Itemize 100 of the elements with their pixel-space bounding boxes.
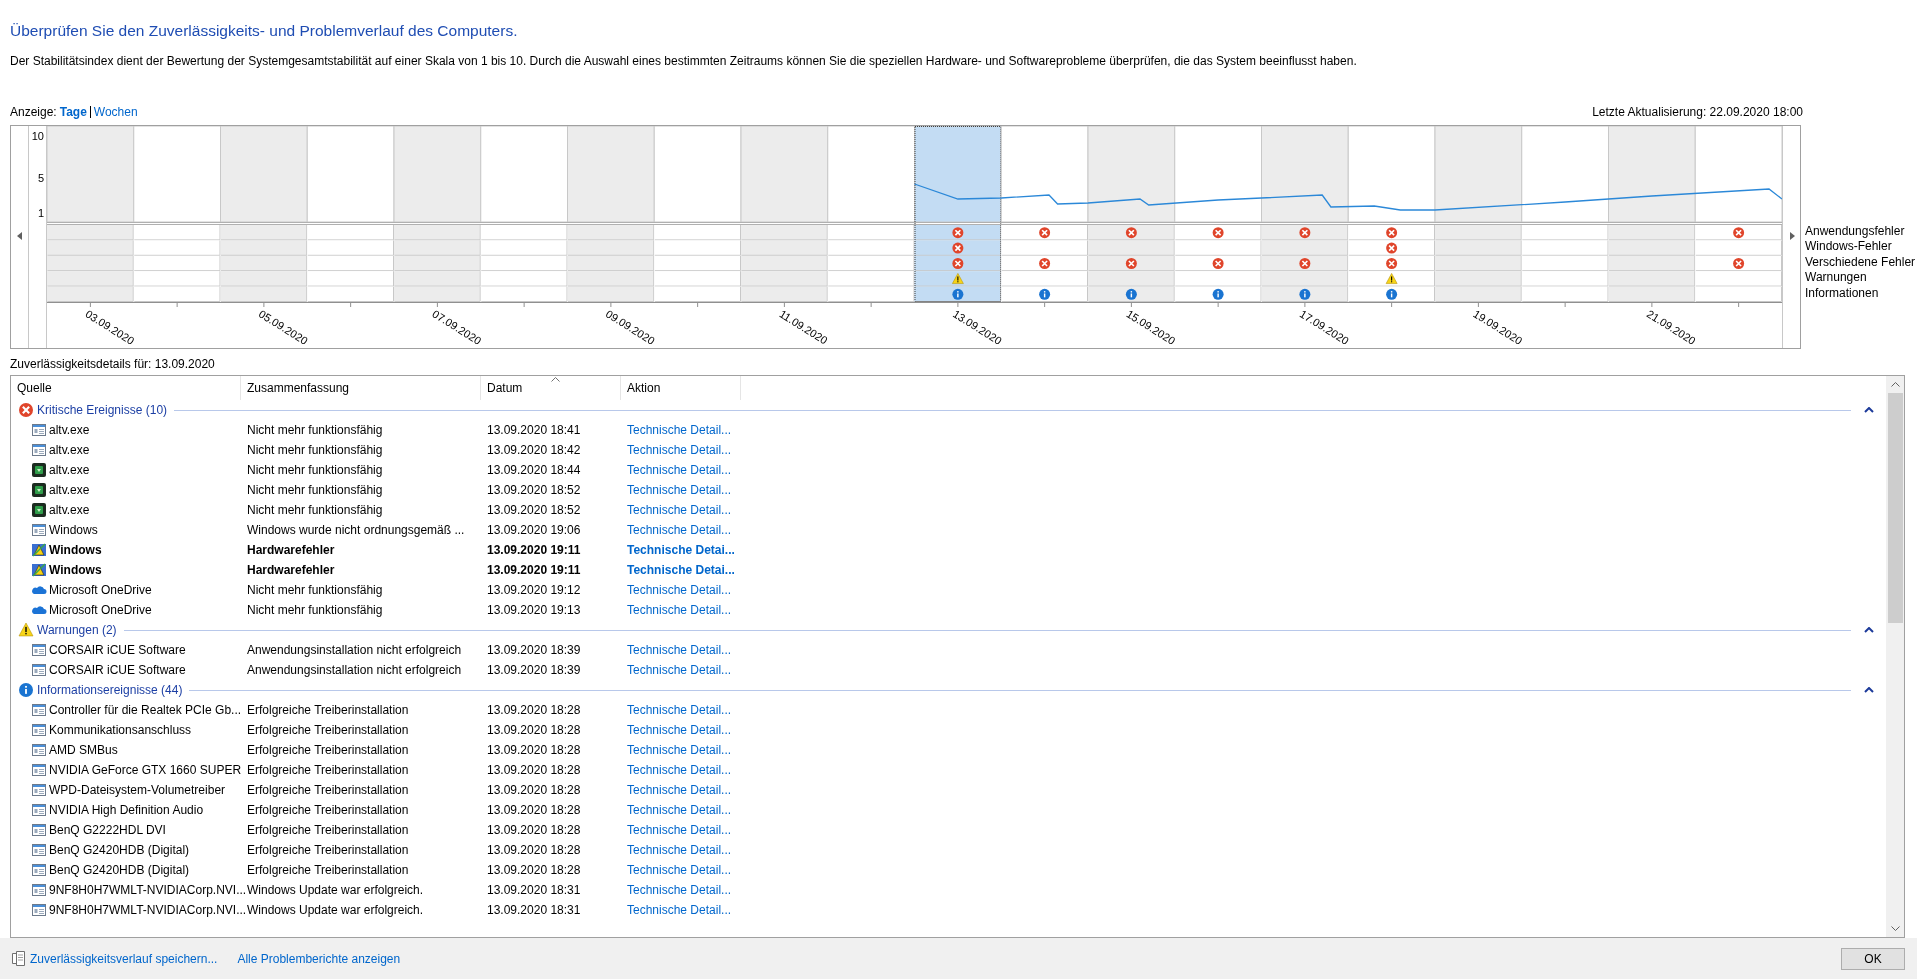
event-cell[interactable] <box>1521 239 1609 256</box>
details-link[interactable]: Technische Detail... <box>627 503 732 517</box>
error-icon[interactable] <box>1386 242 1398 254</box>
error-icon[interactable] <box>952 258 964 269</box>
details-link[interactable]: Technische Detail... <box>627 583 732 597</box>
event-cell[interactable] <box>47 224 134 241</box>
info-icon[interactable] <box>1299 288 1311 300</box>
details-link[interactable]: Technische Detail... <box>627 783 732 797</box>
details-link[interactable]: Technische Detail... <box>627 703 732 717</box>
event-cell[interactable] <box>741 270 828 287</box>
day-column[interactable] <box>133 126 221 223</box>
event-cell[interactable] <box>47 239 134 256</box>
event-cell[interactable] <box>1348 270 1435 287</box>
collapse-icon[interactable] <box>1864 627 1874 633</box>
event-cell[interactable] <box>1088 224 1175 241</box>
selected-day-column[interactable] <box>914 126 1002 223</box>
collapse-icon[interactable] <box>1864 687 1874 693</box>
details-link[interactable]: Technische Detail... <box>627 643 732 657</box>
event-cell[interactable] <box>741 239 828 256</box>
day-column[interactable] <box>1347 126 1436 223</box>
info-icon[interactable] <box>1125 288 1137 300</box>
footer-link[interactable]: Zuverlässigkeitsverlauf speichern... <box>30 951 218 966</box>
event-cell[interactable] <box>1435 224 1522 241</box>
event-cell[interactable] <box>307 270 394 287</box>
event-cell[interactable] <box>1695 239 1782 256</box>
event-cell[interactable] <box>1001 224 1088 241</box>
event-cell[interactable] <box>1521 270 1609 287</box>
details-link[interactable]: Technische Detail... <box>627 743 732 757</box>
event-cell[interactable] <box>741 224 828 241</box>
details-link[interactable]: Technische Detail... <box>627 663 732 677</box>
event-cell[interactable] <box>1261 239 1349 256</box>
event-cell[interactable] <box>1001 239 1088 256</box>
error-icon[interactable] <box>1386 227 1398 239</box>
details-link[interactable]: Technische Detail... <box>627 763 732 777</box>
day-column[interactable] <box>1261 126 1349 223</box>
footer-link[interactable]: Alle Problemberichte anzeigen <box>237 951 401 966</box>
details-link[interactable]: Technische Detail... <box>627 483 732 497</box>
details-link[interactable]: Technische Detail... <box>627 863 732 877</box>
day-column[interactable] <box>480 126 568 223</box>
event-cell[interactable] <box>914 239 1002 256</box>
error-icon[interactable] <box>1212 227 1224 239</box>
event-cell[interactable] <box>1521 224 1609 241</box>
event-cell[interactable] <box>394 270 481 287</box>
error-icon[interactable] <box>1125 227 1137 239</box>
scroll-right-icon[interactable] <box>1788 232 1795 240</box>
day-column[interactable] <box>393 126 482 223</box>
event-cell[interactable] <box>47 270 134 287</box>
error-icon[interactable] <box>1299 227 1311 239</box>
details-link[interactable]: Technische Detail... <box>627 803 732 817</box>
error-icon[interactable] <box>1125 258 1137 269</box>
view-option-link[interactable]: Tage <box>59 105 87 119</box>
warning-icon[interactable] <box>1385 273 1398 284</box>
info-icon[interactable] <box>952 288 964 300</box>
details-link[interactable]: Technische Detail... <box>627 903 732 917</box>
day-column[interactable] <box>1521 126 1609 223</box>
day-column[interactable] <box>827 126 915 223</box>
details-link[interactable]: Technische Detail... <box>627 843 732 857</box>
event-cell[interactable] <box>1608 270 1696 287</box>
event-cell[interactable] <box>654 224 741 241</box>
day-column[interactable] <box>46 126 135 223</box>
error-icon[interactable] <box>952 242 964 254</box>
event-cell[interactable] <box>1348 224 1435 241</box>
scroll-left-icon[interactable] <box>16 232 23 240</box>
event-cell[interactable] <box>654 270 741 287</box>
details-link[interactable]: Technische Detai... <box>627 543 735 557</box>
event-cell[interactable] <box>133 270 221 287</box>
event-cell[interactable] <box>307 239 394 256</box>
event-cell[interactable] <box>133 224 221 241</box>
event-cell[interactable] <box>220 239 308 256</box>
day-column[interactable] <box>567 126 655 223</box>
event-cell[interactable] <box>567 224 655 241</box>
event-cell[interactable] <box>827 224 915 241</box>
event-cell[interactable] <box>654 239 741 256</box>
event-cell[interactable] <box>307 224 394 241</box>
day-column[interactable] <box>1000 126 1089 223</box>
day-column[interactable] <box>220 126 308 223</box>
event-cell[interactable] <box>1174 224 1262 241</box>
day-column[interactable] <box>1608 126 1696 223</box>
event-cell[interactable] <box>1001 270 1088 287</box>
info-icon[interactable] <box>1386 288 1398 300</box>
event-cell[interactable] <box>567 239 655 256</box>
event-cell[interactable] <box>1608 224 1696 241</box>
details-link[interactable]: Technische Detai... <box>627 563 735 577</box>
event-cell[interactable] <box>827 239 915 256</box>
error-icon[interactable] <box>1039 258 1051 269</box>
event-cell[interactable] <box>1174 239 1262 256</box>
event-cell[interactable] <box>1348 239 1435 256</box>
event-cell[interactable] <box>480 270 568 287</box>
details-link[interactable]: Technische Detail... <box>627 823 732 837</box>
error-icon[interactable] <box>1299 258 1311 269</box>
day-column[interactable] <box>306 126 395 223</box>
event-cell[interactable] <box>1695 270 1782 287</box>
event-cell[interactable] <box>1435 270 1522 287</box>
event-cell[interactable] <box>394 239 481 256</box>
event-cell[interactable] <box>1261 224 1349 241</box>
day-column[interactable] <box>653 126 742 223</box>
ok-button[interactable]: OK <box>1841 947 1905 970</box>
day-column[interactable] <box>1087 126 1176 223</box>
view-option-link[interactable]: Wochen <box>93 105 138 119</box>
scroll-down-icon[interactable] <box>1891 926 1900 931</box>
